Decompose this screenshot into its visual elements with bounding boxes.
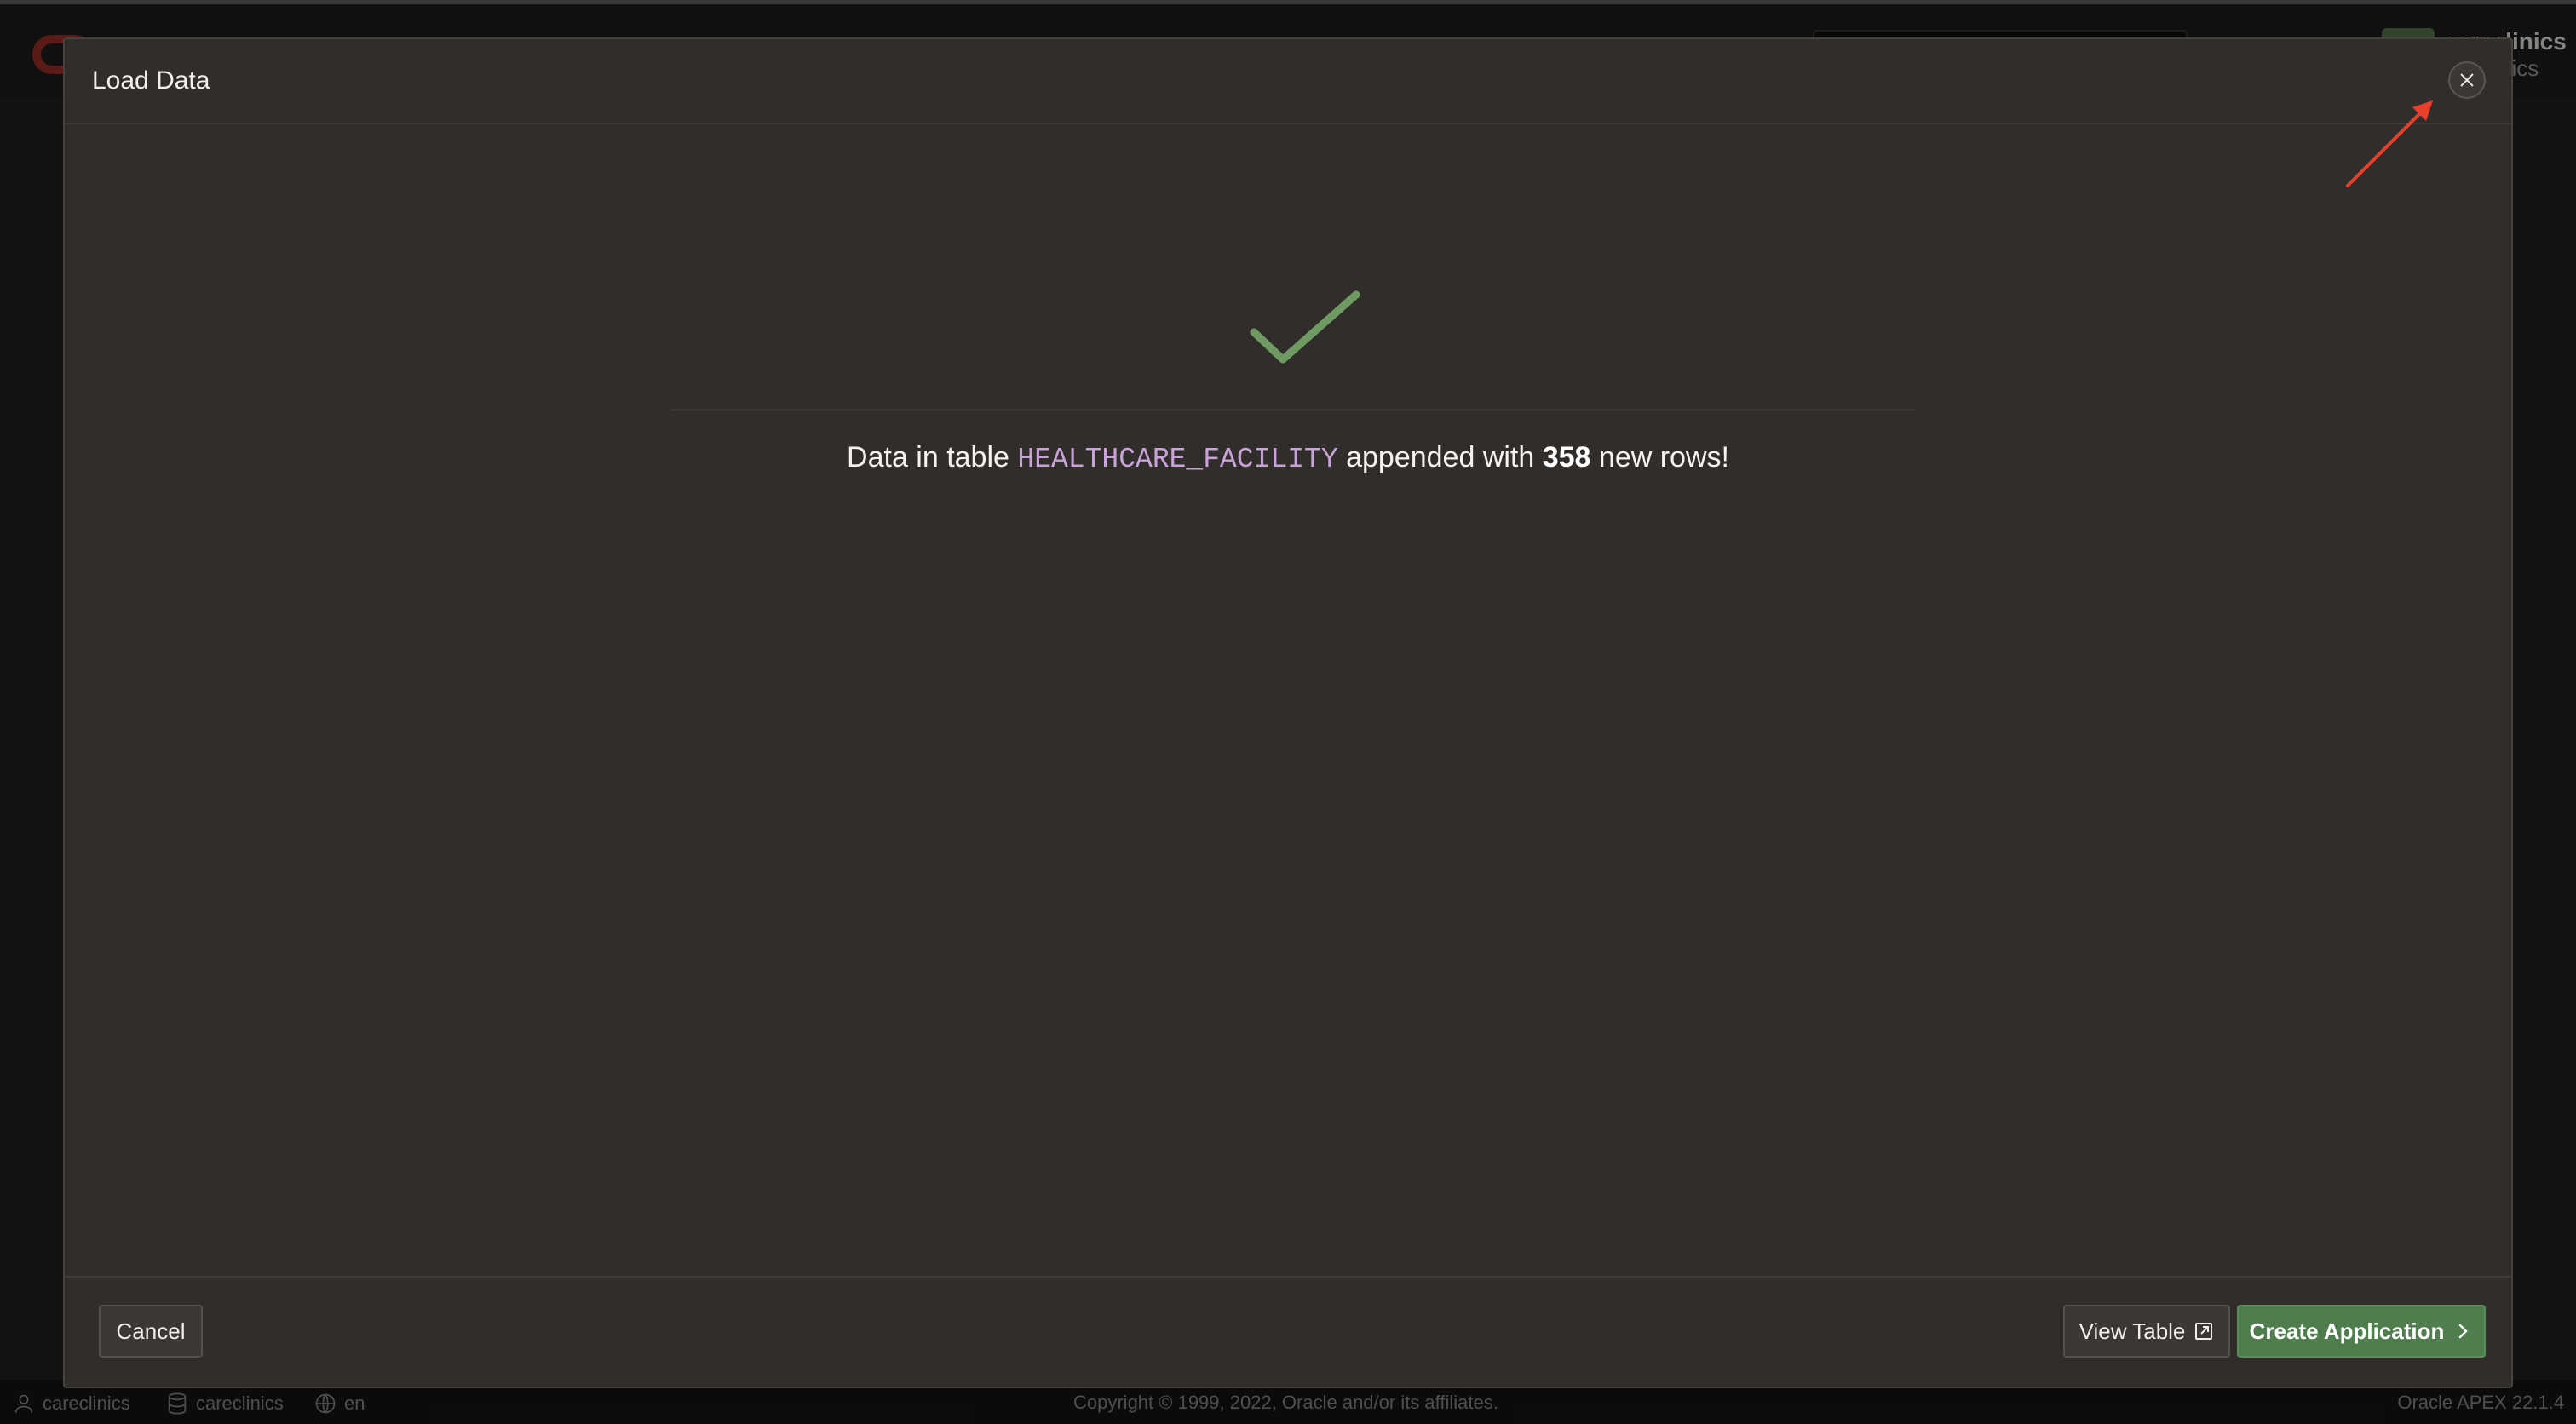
create-application-button[interactable]: Create Application [2237, 1305, 2486, 1358]
table-name: HEALTHCARE_FACILITY [1017, 444, 1338, 475]
close-button[interactable] [2448, 61, 2486, 99]
success-message: Data in table HEALTHCARE_FACILITY append… [65, 441, 2511, 475]
message-prefix: Data in table [847, 441, 1018, 474]
dialog-title: Load Data [92, 66, 210, 95]
close-icon [2460, 73, 2474, 87]
divider [671, 409, 1915, 411]
cancel-button-label: Cancel [116, 1318, 186, 1344]
chevron-right-icon [2459, 1324, 2469, 1339]
cancel-button[interactable]: Cancel [99, 1305, 203, 1358]
check-icon [1250, 290, 1360, 364]
create-application-button-label: Create Application [2249, 1318, 2445, 1344]
external-link-icon [2195, 1323, 2213, 1340]
load-data-dialog: Load Data Data in table HEALTHCARE_FACIL… [63, 37, 2513, 1388]
row-count: 358 [1542, 441, 1591, 474]
view-table-button-label: View Table [2079, 1318, 2186, 1344]
message-middle: appended with [1337, 441, 1543, 474]
dialog-footer: Cancel View Table Create Application [65, 1276, 2511, 1387]
annotation-arrow-icon [2346, 100, 2433, 187]
view-table-button[interactable]: View Table [2063, 1305, 2230, 1358]
message-suffix: new rows! [1590, 441, 1729, 474]
dialog-header: Load Data [65, 39, 2511, 124]
